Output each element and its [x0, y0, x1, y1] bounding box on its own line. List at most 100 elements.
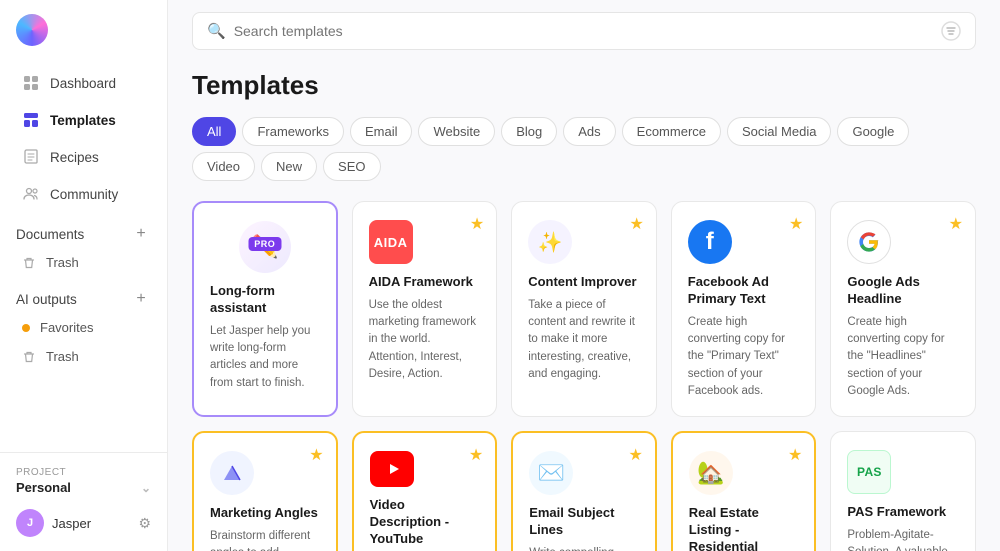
sidebar-bottom: PROJECT Personal ⌄ J Jasper ⚙	[0, 452, 167, 551]
templates-grid: ✏️ PRO Long-form assistant Let Jasper he…	[192, 201, 976, 551]
facebook-icon: f	[688, 220, 732, 264]
app-logo	[16, 14, 48, 46]
documents-add-button[interactable]: +	[131, 224, 151, 244]
aida-icon: AIDA	[369, 220, 413, 264]
card-desc-long-form: Let Jasper help you write long-form arti…	[210, 323, 320, 392]
sidebar-item-trash-docs[interactable]: Trash	[0, 248, 167, 277]
layout-icon	[22, 111, 40, 129]
trash-ai-icon	[22, 350, 36, 364]
sidebar: Dashboard Templates Recipes	[0, 0, 168, 551]
card-desc-content-improver: Take a piece of content and rewrite it t…	[528, 297, 640, 383]
filter-tab-social-media[interactable]: Social Media	[727, 117, 831, 146]
ai-outputs-section: AI outputs +	[0, 281, 167, 313]
star-icon-real-estate: ★	[788, 445, 802, 465]
filter-tab-seo[interactable]: SEO	[323, 152, 380, 181]
star-icon-email: ★	[628, 445, 642, 465]
filter-tab-frameworks[interactable]: Frameworks	[242, 117, 344, 146]
grid-icon	[22, 74, 40, 92]
card-title-google: Google Ads Headline	[847, 274, 959, 308]
filter-tab-google[interactable]: Google	[837, 117, 909, 146]
sidebar-item-templates[interactable]: Templates	[6, 102, 161, 138]
card-desc-facebook: Create high converting copy for the "Pri…	[688, 314, 800, 400]
sidebar-item-trash-ai[interactable]: Trash	[0, 342, 167, 371]
sidebar-nav: Dashboard Templates Recipes	[0, 56, 167, 452]
star-icon-marketing: ★	[309, 445, 323, 465]
star-icon-facebook: ★	[789, 214, 803, 234]
template-card-real-estate[interactable]: ★ 🏡 Real Estate Listing - Residential Cr…	[671, 431, 817, 551]
documents-section: Documents +	[0, 216, 167, 248]
card-title-aida: AIDA Framework	[369, 274, 481, 291]
card-title-long-form: Long-form assistant	[210, 283, 320, 317]
filter-tab-ecommerce[interactable]: Ecommerce	[622, 117, 721, 146]
template-card-google-ads[interactable]: ★ Google Ads Headline Create high conver…	[830, 201, 976, 417]
sidebar-item-dashboard[interactable]: Dashboard	[6, 65, 161, 101]
sidebar-item-templates-label: Templates	[50, 113, 116, 128]
filter-tab-ads[interactable]: Ads	[563, 117, 615, 146]
filter-tab-all[interactable]: All	[192, 117, 236, 146]
sidebar-item-community[interactable]: Community	[6, 176, 161, 212]
trash-icon	[22, 256, 36, 270]
card-title-marketing: Marketing Angles	[210, 505, 320, 522]
avatar: J	[16, 509, 44, 537]
sidebar-item-recipes-label: Recipes	[50, 150, 99, 165]
marketing-icon	[210, 451, 254, 495]
template-card-youtube[interactable]: ★ Video Description - YouTube Create uni…	[352, 431, 498, 551]
card-desc-google: Create high converting copy for the "Hea…	[847, 314, 959, 400]
user-row: J Jasper ⚙	[12, 505, 155, 541]
template-card-pas[interactable]: PAS PAS Framework Problem-Agitate-Soluti…	[830, 431, 976, 551]
project-section: PROJECT Personal ⌄	[12, 463, 155, 505]
card-title-youtube: Video Description - YouTube	[370, 497, 480, 548]
google-icon	[847, 220, 891, 264]
card-desc-marketing: Brainstorm different angles to add vibra…	[210, 528, 320, 551]
pas-icon: PAS	[847, 450, 891, 494]
card-title-facebook: Facebook Ad Primary Text	[688, 274, 800, 308]
user-name: Jasper	[52, 516, 130, 531]
project-label: PROJECT	[12, 467, 155, 478]
card-desc-pas: Problem-Agitate-Solution. A valuable fra…	[847, 527, 959, 551]
project-name[interactable]: Personal ⌄	[12, 478, 155, 497]
template-card-content-improver[interactable]: ★ ✨ Content Improver Take a piece of con…	[511, 201, 657, 417]
filter-tab-email[interactable]: Email	[350, 117, 413, 146]
settings-icon[interactable]: ⚙	[138, 515, 151, 532]
card-title-content-improver: Content Improver	[528, 274, 640, 291]
documents-label: Documents	[16, 227, 84, 242]
search-input[interactable]	[234, 23, 933, 39]
sidebar-item-favorites[interactable]: Favorites	[0, 313, 167, 342]
filter-tab-video[interactable]: Video	[192, 152, 255, 181]
filter-tab-website[interactable]: Website	[418, 117, 495, 146]
ai-outputs-label: AI outputs	[16, 292, 77, 307]
sidebar-item-community-label: Community	[50, 187, 118, 202]
star-icon-youtube: ★	[469, 445, 483, 465]
filter-tab-blog[interactable]: Blog	[501, 117, 557, 146]
favorites-label: Favorites	[40, 320, 93, 335]
filter-tab-new[interactable]: New	[261, 152, 317, 181]
card-desc-email: Write compelling email subject lines tha…	[529, 545, 639, 551]
sidebar-item-recipes[interactable]: Recipes	[6, 139, 161, 175]
youtube-icon	[370, 451, 414, 487]
page-title: Templates	[192, 70, 976, 101]
template-card-facebook-ad[interactable]: ★ f Facebook Ad Primary Text Create high…	[671, 201, 817, 417]
email-icon: ✉️	[529, 451, 573, 495]
card-title-email: Email Subject Lines	[529, 505, 639, 539]
template-card-aida[interactable]: ★ AIDA AIDA Framework Use the oldest mar…	[352, 201, 498, 417]
search-bar: 🔍	[192, 12, 976, 50]
template-card-marketing-angles[interactable]: ★ Marketing Angles Brainstorm different …	[192, 431, 338, 551]
logo-area	[0, 0, 167, 56]
search-options-button[interactable]	[941, 21, 961, 41]
wand-icon: ✨	[528, 220, 572, 264]
card-title-pas: PAS Framework	[847, 504, 959, 521]
house-icon: 🏡	[689, 451, 733, 495]
card-title-real-estate: Real Estate Listing - Residential	[689, 505, 799, 551]
ai-outputs-add-button[interactable]: +	[131, 289, 151, 309]
card-desc-aida: Use the oldest marketing framework in th…	[369, 297, 481, 383]
search-icon: 🔍	[207, 22, 226, 40]
trash-docs-label: Trash	[46, 255, 79, 270]
template-card-email-subject[interactable]: ★ ✉️ Email Subject Lines Write compellin…	[511, 431, 657, 551]
favorites-dot	[22, 324, 30, 332]
book-icon	[22, 148, 40, 166]
template-card-long-form[interactable]: ✏️ PRO Long-form assistant Let Jasper he…	[192, 201, 338, 417]
sidebar-item-dashboard-label: Dashboard	[50, 76, 116, 91]
star-icon-aida: ★	[470, 214, 484, 234]
users-icon	[22, 185, 40, 203]
main-content: 🔍 Templates All Frameworks Email Website…	[168, 0, 1000, 551]
